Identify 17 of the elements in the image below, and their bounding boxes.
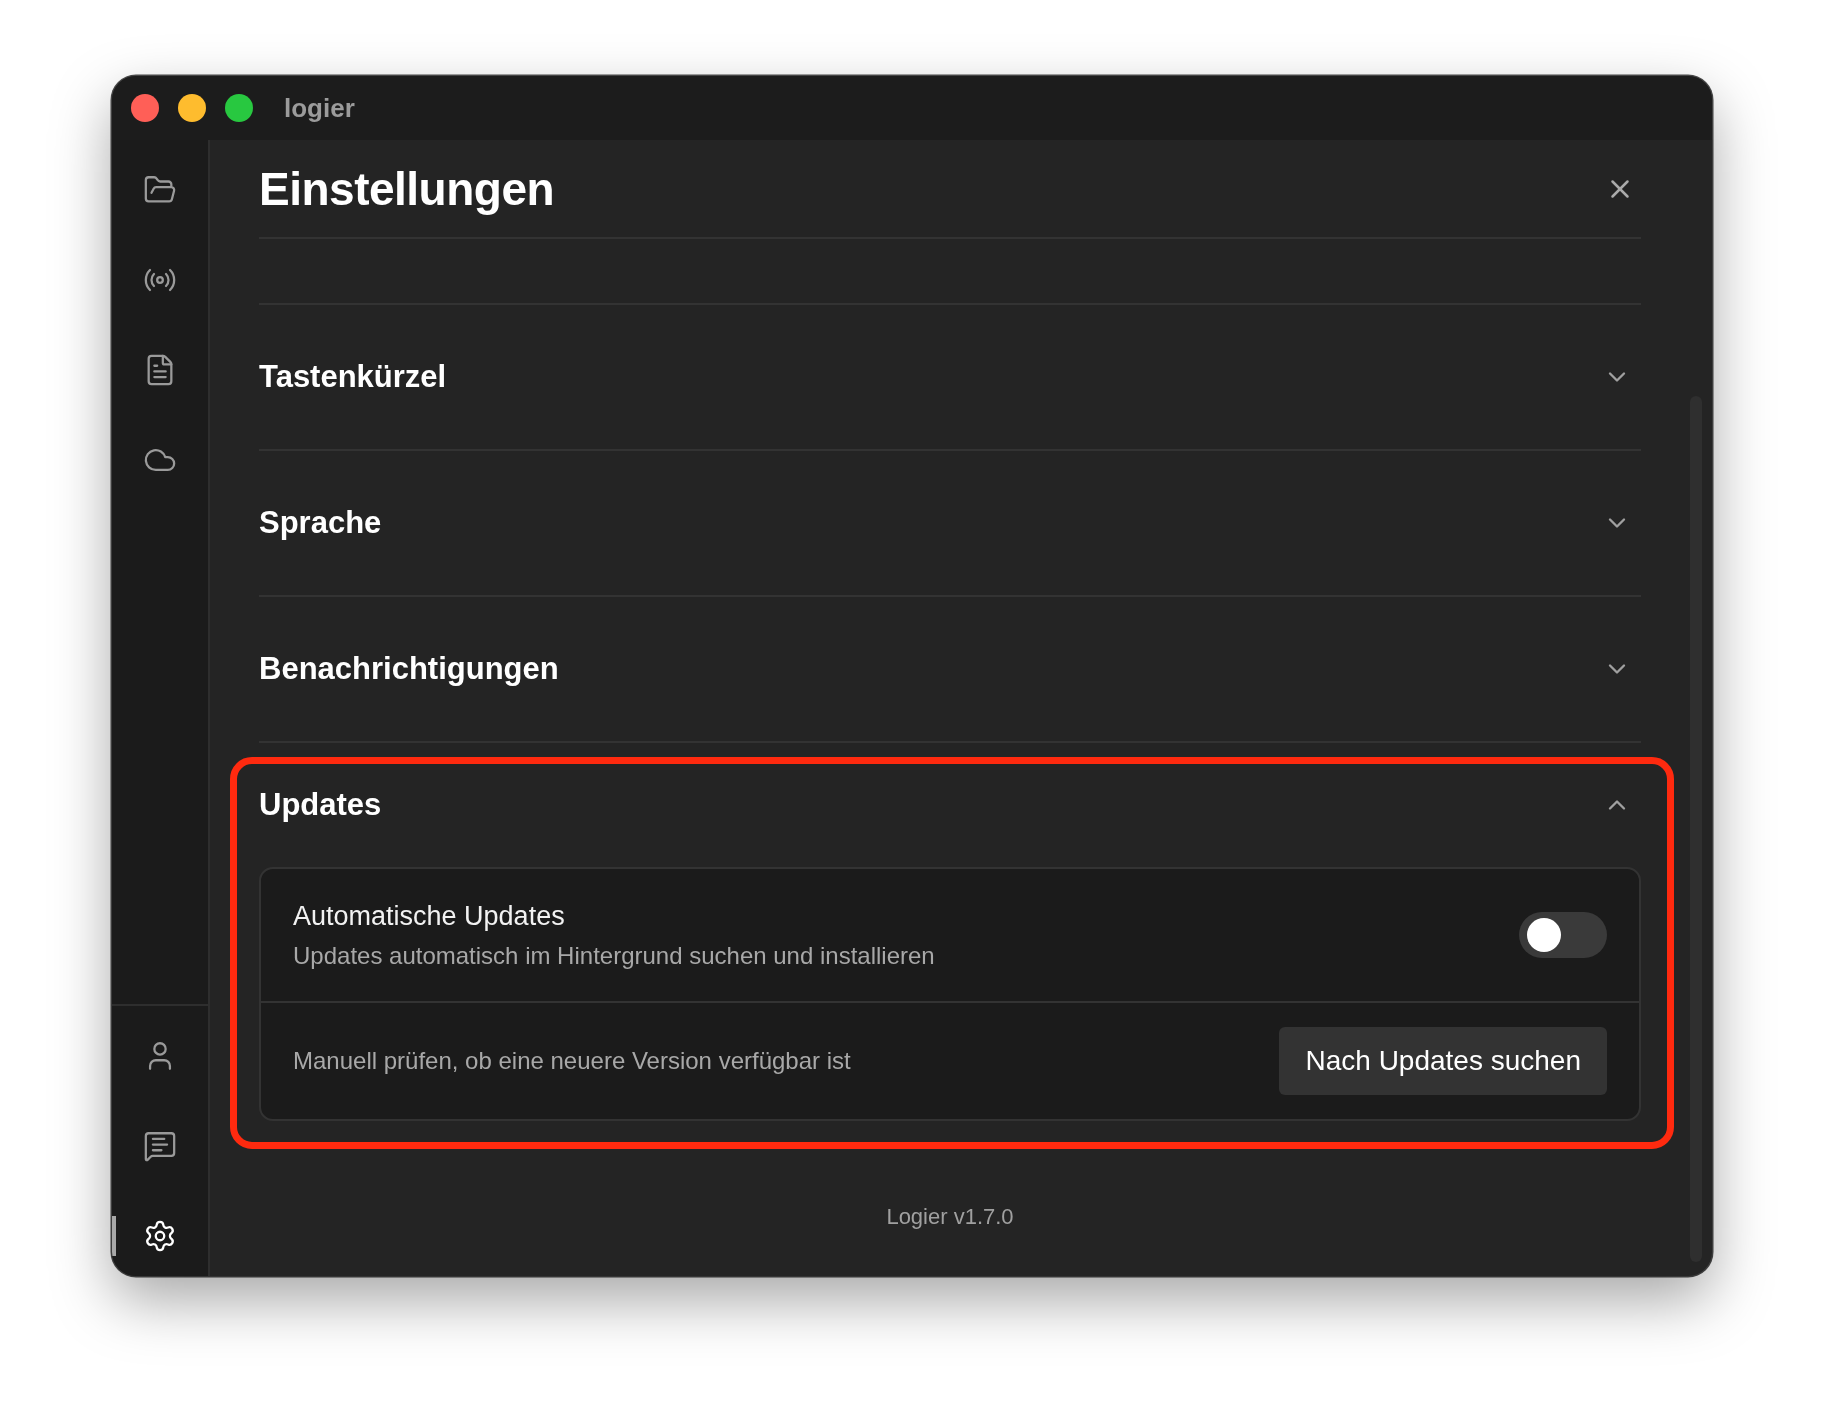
- zoom-window-button[interactable]: [225, 94, 253, 122]
- setting-label: Automatische Updates: [293, 900, 566, 932]
- close-window-button[interactable]: [131, 94, 159, 122]
- minimize-window-button[interactable]: [178, 94, 206, 122]
- setting-description: Manuell prüfen, ob eine neuere Version verfügbar ist: [293, 1047, 851, 1075]
- section-header[interactable]: Benachrichtigungen: [259, 597, 1641, 741]
- check-updates-button[interactable]: Nach Updates suchen: [1279, 1027, 1607, 1095]
- section-header[interactable]: Tastenkürzel: [259, 305, 1641, 449]
- section-header[interactable]: Updates: [259, 743, 1641, 867]
- settings-title: Einstellungen: [259, 161, 555, 216]
- section-header[interactable]: Sprache: [259, 451, 1641, 595]
- toggle-switch[interactable]: [1519, 912, 1607, 958]
- settings-icon: [143, 1219, 177, 1253]
- window-title: logier: [284, 92, 355, 124]
- chat-icon: [143, 1129, 177, 1163]
- version-text: Logier v1.7.0: [886, 1203, 1014, 1230]
- setting-description: Updates automatisch im Hintergrund suchen und installieren: [293, 941, 935, 970]
